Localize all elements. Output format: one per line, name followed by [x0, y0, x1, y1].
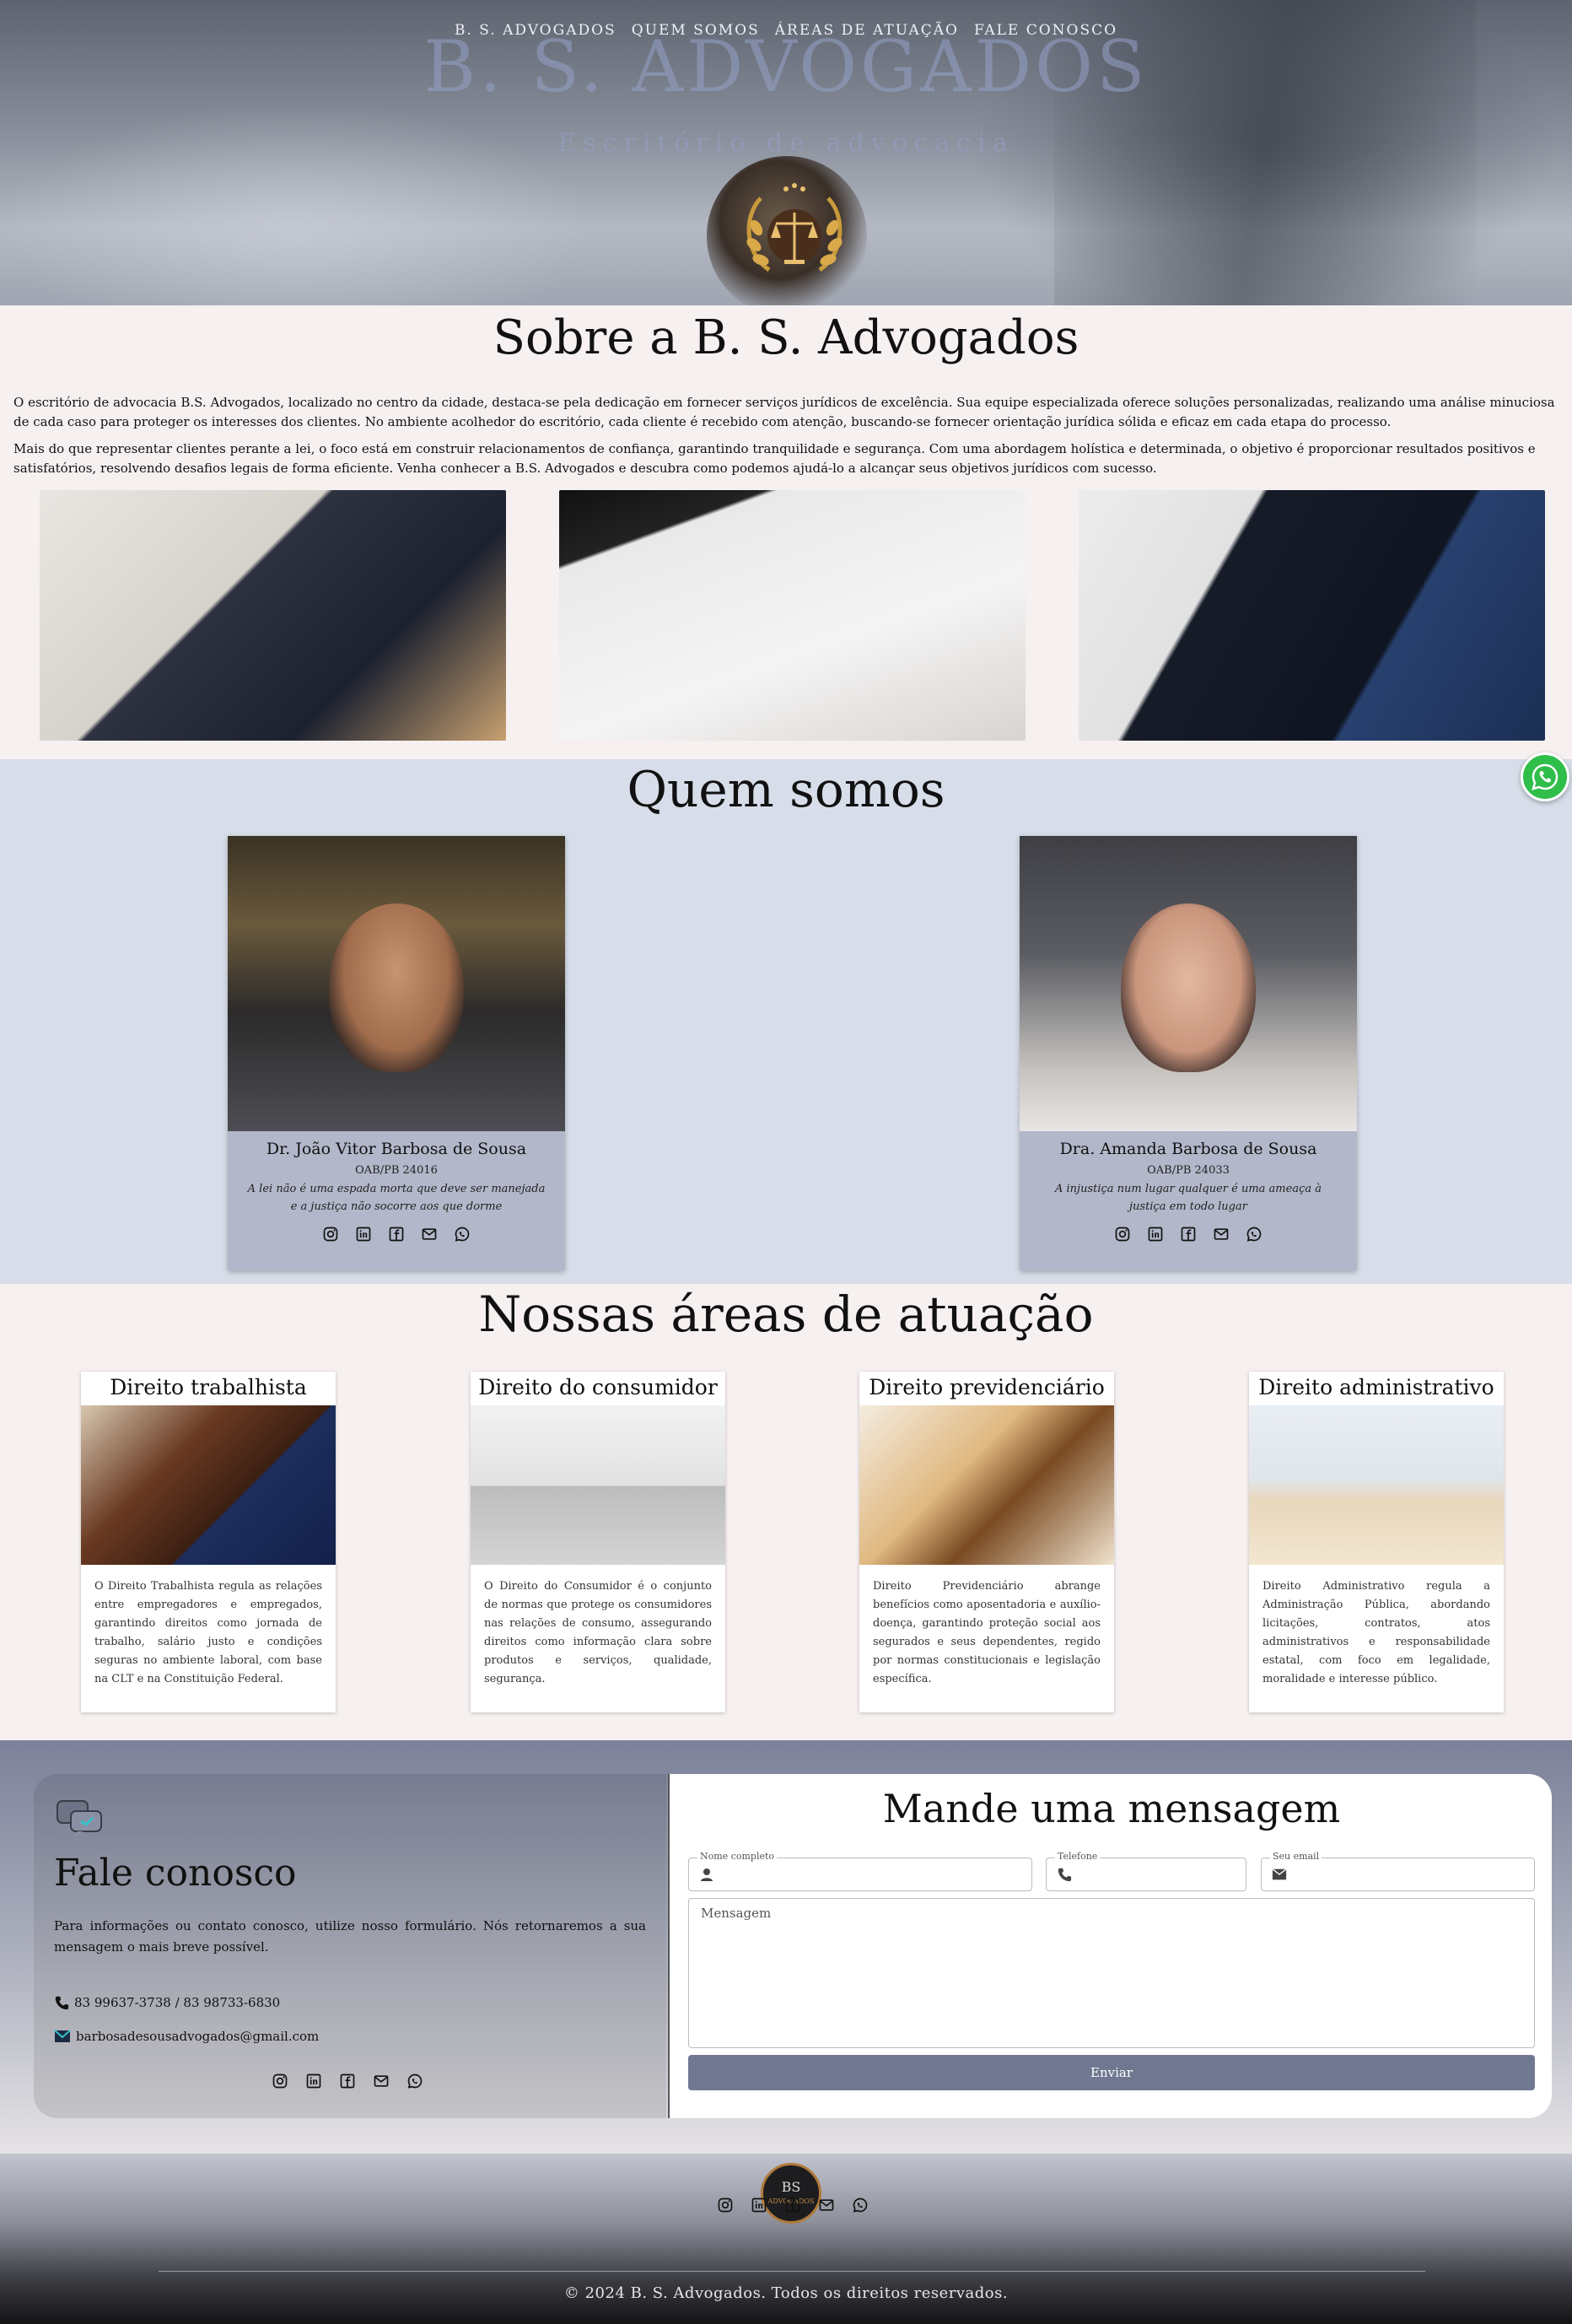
nav-link-home[interactable]: B. S. ADVOGADOS [455, 22, 616, 39]
lawyer-card: Dr. João Vitor Barbosa de Sousa OAB/PB 2… [228, 836, 565, 1270]
hero-subtitle: Escritório de advocacia [557, 128, 1015, 158]
contact-email[interactable]: barbosadesousadvogados@gmail.com [54, 2029, 319, 2044]
area-description: Direito Administrativo regula a Administ… [1262, 1580, 1490, 1685]
area-description: Direito Previdenciário abrange benefício… [873, 1580, 1101, 1685]
linkedin-icon[interactable] [353, 1224, 373, 1244]
contact-phone[interactable]: 83 99637-3738 / 83 98733-6830 [54, 1995, 280, 2010]
submit-button[interactable]: Enviar [688, 2055, 1535, 2090]
whatsapp-icon[interactable] [850, 2195, 870, 2215]
email-label: Seu email [1270, 1851, 1322, 1862]
lawyer-name: Dra. Amanda Barbosa de Sousa [1059, 1140, 1317, 1158]
whatsapp-icon[interactable] [453, 1224, 472, 1244]
instagram-icon[interactable] [320, 1224, 340, 1244]
nav-link-fale-conosco[interactable]: FALE CONOSCO [974, 22, 1117, 39]
name-label: Nome completo [697, 1851, 778, 1862]
email-text: barbosadesousadvogados@gmail.com [76, 2029, 320, 2044]
area-image [471, 1405, 725, 1565]
phone-label: Telefone [1055, 1851, 1101, 1862]
hero-banner: B. S. ADVOGADOS Escritório de advocacia [0, 0, 1572, 305]
lawyer-portrait [1020, 836, 1357, 1131]
social-links [715, 2195, 870, 2215]
mail-icon[interactable] [816, 2195, 837, 2215]
message-textarea[interactable]: Mensagem [688, 1898, 1535, 2048]
email-icon [54, 2030, 71, 2042]
signing-document-photo [559, 490, 1026, 741]
whatsapp-icon [1532, 763, 1559, 790]
instagram-icon[interactable] [1112, 1224, 1132, 1244]
email-field[interactable]: Seu email [1261, 1851, 1535, 1891]
lawyer-oab: OAB/PB 24033 [1147, 1164, 1230, 1177]
contact-description: Para informações ou contato conosco, uti… [54, 1918, 646, 1955]
lawyer-quote: A lei não é uma espada morta que deve se… [247, 1183, 546, 1213]
area-image [859, 1405, 1114, 1565]
footer-divider [159, 2271, 1425, 2272]
nav-link-areas[interactable]: ÁREAS DE ATUAÇÃO [775, 22, 959, 39]
phone-field[interactable]: Telefone [1046, 1851, 1246, 1891]
mail-icon[interactable] [371, 2071, 391, 2091]
quem-somos-title: Quem somos [627, 761, 945, 818]
chat-bubbles-icon [57, 1800, 102, 1837]
footer-logo-text: BS [781, 2179, 801, 2195]
area-image [81, 1405, 336, 1565]
contact-info-panel: Fale conosco Para informações ou contato… [34, 1774, 666, 2118]
scales-of-justice-laurel-icon [746, 183, 843, 272]
top-nav: B. S. ADVOGADOS QUEM SOMOS ÁREAS DE ATUA… [0, 22, 1572, 39]
form-title: Mande uma mensagem [882, 1786, 1341, 1831]
facebook-icon[interactable] [1178, 1224, 1198, 1244]
sobre-paragraph-1: O escritório de advocacia B.S. Advogados… [13, 395, 1555, 429]
message-form: Mande uma mensagem Nome completo Telefon… [668, 1774, 1552, 2118]
area-card[interactable]: Direito do consumidor O Direito do Consu… [471, 1372, 725, 1712]
lawyer-portrait [228, 836, 565, 1131]
area-description: O Direito do Consumidor é o conjunto de … [484, 1580, 712, 1685]
contact-title: Fale conosco [54, 1852, 297, 1895]
facebook-icon[interactable] [337, 2071, 358, 2091]
mail-icon[interactable] [420, 1224, 439, 1244]
linkedin-icon[interactable] [749, 2195, 769, 2215]
area-image [1249, 1405, 1504, 1565]
phone-icon [1058, 1868, 1072, 1882]
lawyer-oab: OAB/PB 24016 [355, 1164, 438, 1177]
social-links [270, 2071, 425, 2091]
facebook-icon[interactable] [386, 1224, 406, 1244]
lawyer-name: Dr. João Vitor Barbosa de Sousa [266, 1140, 527, 1158]
lawyer-card: Dra. Amanda Barbosa de Sousa OAB/PB 2403… [1020, 836, 1357, 1270]
areas-title: Nossas áreas de atuação [478, 1286, 1094, 1343]
office-meeting-photo [40, 490, 506, 741]
name-field[interactable]: Nome completo [688, 1851, 1032, 1891]
sobre-title: Sobre a B. S. Advogados [493, 310, 1079, 365]
area-card[interactable]: Direito previdenciário Direito Previdenc… [859, 1372, 1114, 1712]
phone-text: 83 99637-3738 / 83 98733-6830 [74, 1995, 281, 2010]
lawyer-quote: A injustiça num lugar qualquer é uma ame… [1054, 1183, 1322, 1213]
social-links [320, 1224, 472, 1244]
contact-box: Fale conosco Para informações ou contato… [34, 1774, 1552, 2118]
whatsapp-floating-button[interactable] [1521, 752, 1569, 801]
copyright-text: © 2024 B. S. Advogados. Todos os direito… [563, 2284, 1009, 2302]
facebook-icon[interactable] [783, 2195, 803, 2215]
handshake-photo [1079, 490, 1545, 741]
linkedin-icon[interactable] [304, 2071, 324, 2091]
instagram-icon[interactable] [715, 2195, 735, 2215]
phone-icon [55, 1996, 69, 2010]
person-icon [701, 1868, 713, 1881]
area-card[interactable]: Direito trabalhista O Direito Trabalhist… [81, 1372, 336, 1712]
area-card[interactable]: Direito administrativo Direito Administr… [1249, 1372, 1504, 1712]
area-title: Direito administrativo [1258, 1375, 1494, 1399]
social-links [1112, 1224, 1264, 1244]
area-description: O Direito Trabalhista regula as relações… [94, 1580, 322, 1685]
whatsapp-icon[interactable] [405, 2071, 425, 2091]
nav-link-quem-somos[interactable]: QUEM SOMOS [632, 22, 760, 39]
area-title: Direito previdenciário [869, 1375, 1105, 1399]
area-title: Direito do consumidor [478, 1375, 718, 1399]
instagram-icon[interactable] [270, 2071, 290, 2091]
envelope-icon [1272, 1868, 1287, 1880]
linkedin-icon[interactable] [1145, 1224, 1165, 1244]
sobre-paragraph-2: Mais do que representar clientes perante… [13, 441, 1536, 476]
mail-icon[interactable] [1212, 1224, 1231, 1244]
whatsapp-icon[interactable] [1245, 1224, 1264, 1244]
area-title: Direito trabalhista [110, 1375, 307, 1399]
